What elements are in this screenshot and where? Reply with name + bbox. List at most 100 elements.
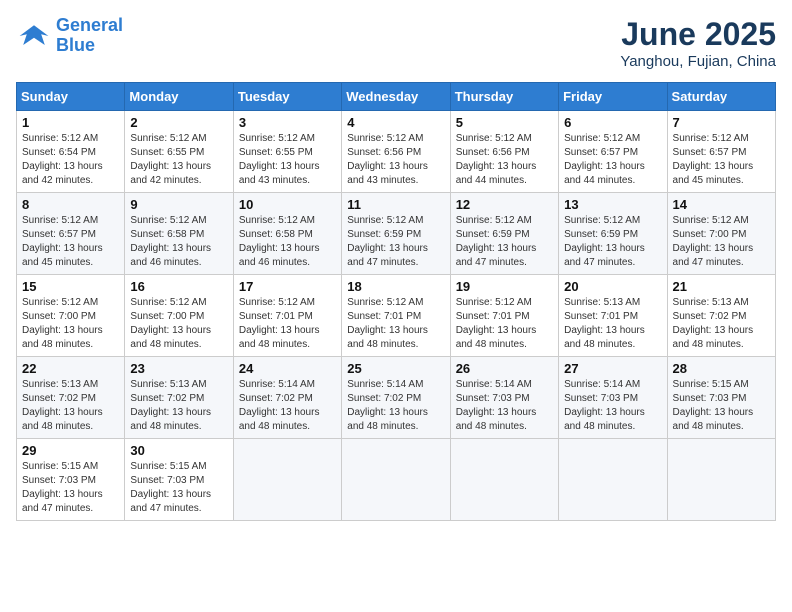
month-title: June 2025 [620, 16, 776, 53]
day-cell-9: 9 Sunrise: 5:12 AM Sunset: 6:58 PM Dayli… [125, 193, 233, 275]
title-block: June 2025 Yanghou, Fujian, China [620, 16, 776, 70]
empty-cell [233, 439, 341, 521]
logo-icon [16, 18, 52, 54]
cell-day-number: 2 [130, 115, 227, 130]
calendar-table: Sunday Monday Tuesday Wednesday Thursday… [16, 82, 776, 521]
cell-day-number: 18 [347, 279, 444, 294]
cell-info: Sunrise: 5:14 AM Sunset: 7:02 PM Dayligh… [239, 378, 336, 434]
cell-day-number: 3 [239, 115, 336, 130]
cell-info: Sunrise: 5:12 AM Sunset: 6:59 PM Dayligh… [456, 214, 553, 270]
cell-info: Sunrise: 5:12 AM Sunset: 6:57 PM Dayligh… [22, 214, 119, 270]
cell-info: Sunrise: 5:12 AM Sunset: 6:59 PM Dayligh… [564, 214, 661, 270]
header-wednesday: Wednesday [342, 83, 450, 111]
cell-day-number: 30 [130, 443, 227, 458]
header-monday: Monday [125, 83, 233, 111]
cell-info: Sunrise: 5:13 AM Sunset: 7:02 PM Dayligh… [22, 378, 119, 434]
cell-info: Sunrise: 5:13 AM Sunset: 7:02 PM Dayligh… [130, 378, 227, 434]
calendar-week-row: 8 Sunrise: 5:12 AM Sunset: 6:57 PM Dayli… [17, 193, 776, 275]
cell-day-number: 11 [347, 197, 444, 212]
day-cell-22: 22 Sunrise: 5:13 AM Sunset: 7:02 PM Dayl… [17, 357, 125, 439]
cell-day-number: 17 [239, 279, 336, 294]
day-cell-13: 13 Sunrise: 5:12 AM Sunset: 6:59 PM Dayl… [559, 193, 667, 275]
cell-info: Sunrise: 5:14 AM Sunset: 7:02 PM Dayligh… [347, 378, 444, 434]
cell-info: Sunrise: 5:14 AM Sunset: 7:03 PM Dayligh… [564, 378, 661, 434]
cell-info: Sunrise: 5:12 AM Sunset: 7:01 PM Dayligh… [239, 296, 336, 352]
day-cell-23: 23 Sunrise: 5:13 AM Sunset: 7:02 PM Dayl… [125, 357, 233, 439]
cell-info: Sunrise: 5:12 AM Sunset: 6:56 PM Dayligh… [456, 132, 553, 188]
logo: General Blue [16, 16, 123, 56]
cell-day-number: 25 [347, 361, 444, 376]
calendar-week-row: 22 Sunrise: 5:13 AM Sunset: 7:02 PM Dayl… [17, 357, 776, 439]
location: Yanghou, Fujian, China [620, 53, 776, 70]
cell-info: Sunrise: 5:14 AM Sunset: 7:03 PM Dayligh… [456, 378, 553, 434]
empty-cell [342, 439, 450, 521]
cell-info: Sunrise: 5:12 AM Sunset: 6:56 PM Dayligh… [347, 132, 444, 188]
cell-day-number: 10 [239, 197, 336, 212]
header-thursday: Thursday [450, 83, 558, 111]
cell-info: Sunrise: 5:12 AM Sunset: 6:55 PM Dayligh… [130, 132, 227, 188]
cell-day-number: 24 [239, 361, 336, 376]
cell-info: Sunrise: 5:12 AM Sunset: 6:55 PM Dayligh… [239, 132, 336, 188]
logo-text: General Blue [56, 16, 123, 56]
cell-day-number: 6 [564, 115, 661, 130]
header-sunday: Sunday [17, 83, 125, 111]
day-cell-4: 4 Sunrise: 5:12 AM Sunset: 6:56 PM Dayli… [342, 111, 450, 193]
cell-info: Sunrise: 5:12 AM Sunset: 7:01 PM Dayligh… [347, 296, 444, 352]
day-cell-24: 24 Sunrise: 5:14 AM Sunset: 7:02 PM Dayl… [233, 357, 341, 439]
cell-day-number: 20 [564, 279, 661, 294]
cell-info: Sunrise: 5:12 AM Sunset: 7:00 PM Dayligh… [673, 214, 770, 270]
cell-info: Sunrise: 5:13 AM Sunset: 7:02 PM Dayligh… [673, 296, 770, 352]
cell-info: Sunrise: 5:12 AM Sunset: 6:57 PM Dayligh… [673, 132, 770, 188]
day-cell-8: 8 Sunrise: 5:12 AM Sunset: 6:57 PM Dayli… [17, 193, 125, 275]
cell-info: Sunrise: 5:12 AM Sunset: 7:01 PM Dayligh… [456, 296, 553, 352]
cell-info: Sunrise: 5:13 AM Sunset: 7:01 PM Dayligh… [564, 296, 661, 352]
cell-day-number: 12 [456, 197, 553, 212]
cell-info: Sunrise: 5:12 AM Sunset: 6:59 PM Dayligh… [347, 214, 444, 270]
day-cell-30: 30 Sunrise: 5:15 AM Sunset: 7:03 PM Dayl… [125, 439, 233, 521]
cell-day-number: 19 [456, 279, 553, 294]
day-cell-20: 20 Sunrise: 5:13 AM Sunset: 7:01 PM Dayl… [559, 275, 667, 357]
day-cell-27: 27 Sunrise: 5:14 AM Sunset: 7:03 PM Dayl… [559, 357, 667, 439]
cell-info: Sunrise: 5:15 AM Sunset: 7:03 PM Dayligh… [673, 378, 770, 434]
empty-cell [667, 439, 775, 521]
day-cell-26: 26 Sunrise: 5:14 AM Sunset: 7:03 PM Dayl… [450, 357, 558, 439]
day-cell-6: 6 Sunrise: 5:12 AM Sunset: 6:57 PM Dayli… [559, 111, 667, 193]
cell-info: Sunrise: 5:12 AM Sunset: 6:58 PM Dayligh… [130, 214, 227, 270]
day-cell-29: 29 Sunrise: 5:15 AM Sunset: 7:03 PM Dayl… [17, 439, 125, 521]
day-cell-21: 21 Sunrise: 5:13 AM Sunset: 7:02 PM Dayl… [667, 275, 775, 357]
cell-info: Sunrise: 5:15 AM Sunset: 7:03 PM Dayligh… [130, 460, 227, 516]
cell-day-number: 22 [22, 361, 119, 376]
empty-cell [559, 439, 667, 521]
day-cell-3: 3 Sunrise: 5:12 AM Sunset: 6:55 PM Dayli… [233, 111, 341, 193]
cell-info: Sunrise: 5:12 AM Sunset: 6:58 PM Dayligh… [239, 214, 336, 270]
day-cell-15: 15 Sunrise: 5:12 AM Sunset: 7:00 PM Dayl… [17, 275, 125, 357]
calendar-week-row: 29 Sunrise: 5:15 AM Sunset: 7:03 PM Dayl… [17, 439, 776, 521]
day-cell-5: 5 Sunrise: 5:12 AM Sunset: 6:56 PM Dayli… [450, 111, 558, 193]
header-tuesday: Tuesday [233, 83, 341, 111]
calendar-week-row: 15 Sunrise: 5:12 AM Sunset: 7:00 PM Dayl… [17, 275, 776, 357]
day-cell-25: 25 Sunrise: 5:14 AM Sunset: 7:02 PM Dayl… [342, 357, 450, 439]
cell-info: Sunrise: 5:12 AM Sunset: 7:00 PM Dayligh… [130, 296, 227, 352]
day-cell-18: 18 Sunrise: 5:12 AM Sunset: 7:01 PM Dayl… [342, 275, 450, 357]
day-cell-17: 17 Sunrise: 5:12 AM Sunset: 7:01 PM Dayl… [233, 275, 341, 357]
cell-day-number: 13 [564, 197, 661, 212]
cell-day-number: 8 [22, 197, 119, 212]
cell-info: Sunrise: 5:12 AM Sunset: 6:54 PM Dayligh… [22, 132, 119, 188]
day-cell-14: 14 Sunrise: 5:12 AM Sunset: 7:00 PM Dayl… [667, 193, 775, 275]
day-cell-12: 12 Sunrise: 5:12 AM Sunset: 6:59 PM Dayl… [450, 193, 558, 275]
cell-day-number: 4 [347, 115, 444, 130]
cell-day-number: 28 [673, 361, 770, 376]
cell-day-number: 9 [130, 197, 227, 212]
cell-day-number: 16 [130, 279, 227, 294]
cell-day-number: 21 [673, 279, 770, 294]
day-cell-7: 7 Sunrise: 5:12 AM Sunset: 6:57 PM Dayli… [667, 111, 775, 193]
day-cell-10: 10 Sunrise: 5:12 AM Sunset: 6:58 PM Dayl… [233, 193, 341, 275]
day-cell-2: 2 Sunrise: 5:12 AM Sunset: 6:55 PM Dayli… [125, 111, 233, 193]
day-cell-19: 19 Sunrise: 5:12 AM Sunset: 7:01 PM Dayl… [450, 275, 558, 357]
header-friday: Friday [559, 83, 667, 111]
cell-day-number: 5 [456, 115, 553, 130]
day-cell-16: 16 Sunrise: 5:12 AM Sunset: 7:00 PM Dayl… [125, 275, 233, 357]
calendar-week-row: 1 Sunrise: 5:12 AM Sunset: 6:54 PM Dayli… [17, 111, 776, 193]
cell-info: Sunrise: 5:12 AM Sunset: 7:00 PM Dayligh… [22, 296, 119, 352]
calendar-header-row: Sunday Monday Tuesday Wednesday Thursday… [17, 83, 776, 111]
